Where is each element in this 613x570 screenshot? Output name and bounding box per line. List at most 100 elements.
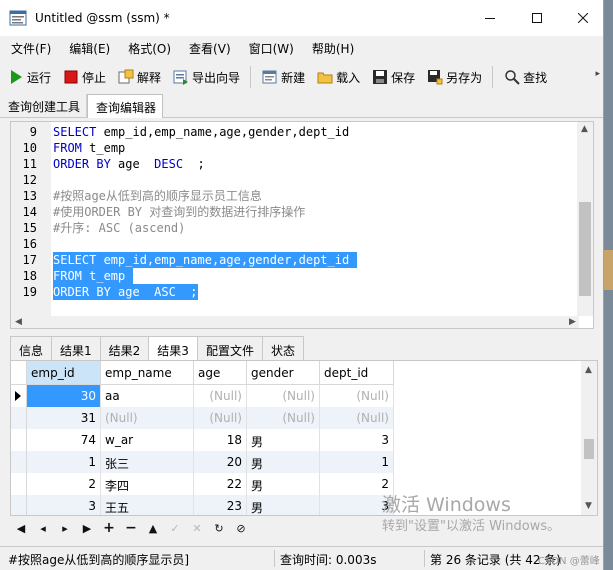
tab-result-1[interactable]: 结果1 <box>51 336 101 360</box>
toolbar-overflow-icon[interactable]: ▸ <box>595 69 600 79</box>
previous-record-button[interactable]: ◂ <box>32 518 54 538</box>
grid-cell[interactable]: 18 <box>194 429 247 451</box>
menu-format[interactable]: 格式(O) <box>117 38 178 58</box>
grid-cell[interactable]: 男 <box>247 429 320 451</box>
scroll-right-icon[interactable]: ▶ <box>569 317 576 327</box>
grid-cell[interactable]: (Null) <box>101 407 194 429</box>
column-header-emp-name[interactable]: emp_name <box>101 361 194 385</box>
grid-cell[interactable]: (Null) <box>320 407 394 429</box>
refresh-button[interactable]: ↻ <box>208 518 230 538</box>
grid-cell[interactable]: (Null) <box>194 407 247 429</box>
stop-fetch-button[interactable]: ⊘ <box>230 518 252 538</box>
export-wizard-button[interactable]: 导出向导 <box>169 65 244 89</box>
maximize-button[interactable] <box>514 0 560 36</box>
grid-vertical-scrollbar[interactable]: ▲ ▼ <box>581 361 597 515</box>
table-row[interactable]: 74 w_ar 18 男 3 <box>11 429 394 451</box>
code-line[interactable]: 18 FROM t_emp <box>11 268 579 284</box>
row-header[interactable] <box>11 451 27 473</box>
column-header-emp-id[interactable]: emp_id <box>27 361 101 385</box>
code-line[interactable]: 10 FROM t_emp <box>11 140 579 156</box>
save-as-button[interactable]: 另存为 <box>423 65 486 89</box>
first-record-button[interactable]: ◀︎ <box>10 518 32 538</box>
grid-cell[interactable]: (Null) <box>247 407 320 429</box>
column-header-dept-id[interactable]: dept_id <box>320 361 394 385</box>
grid-cell[interactable]: 李四 <box>101 473 194 495</box>
editor-scroll-thumb[interactable] <box>579 202 591 296</box>
code-line[interactable]: 12 <box>11 172 579 188</box>
row-header[interactable] <box>11 407 27 429</box>
grid-cell[interactable]: 30 <box>27 385 101 407</box>
grid-cell[interactable]: 20 <box>194 451 247 473</box>
code-line[interactable]: 14 #使用ORDER BY 对查询到的数据进行排序操作 <box>11 204 579 220</box>
edit-record-button[interactable]: ▲ <box>142 518 164 538</box>
table-row[interactable]: 1 张三 20 男 1 <box>11 451 394 473</box>
grid-cell[interactable]: 3 <box>320 429 394 451</box>
grid-cell[interactable]: 1 <box>27 451 101 473</box>
code-line[interactable]: 17 SELECT emp_id,emp_name,age,gender,dept… <box>11 252 579 268</box>
editor-vertical-scrollbar[interactable]: ▲ <box>577 122 593 316</box>
editor-horizontal-scrollbar[interactable]: ◀ ▶ <box>11 316 579 328</box>
grid-cell[interactable]: 王五 <box>101 495 194 515</box>
find-button[interactable]: 查找 <box>500 65 551 89</box>
menu-view[interactable]: 查看(V) <box>178 38 238 58</box>
code-line[interactable]: 16 <box>11 236 579 252</box>
menu-window[interactable]: 窗口(W) <box>238 38 301 58</box>
grid-cell[interactable]: 男 <box>247 473 320 495</box>
delete-record-button[interactable]: − <box>120 518 142 538</box>
discard-button[interactable]: ✕ <box>186 518 208 538</box>
grid-cell[interactable]: 男 <box>247 451 320 473</box>
grid-cell[interactable]: 男 <box>247 495 320 515</box>
scroll-up-icon[interactable]: ▲ <box>585 365 592 375</box>
column-header-age[interactable]: age <box>194 361 247 385</box>
code-line[interactable]: 9 SELECT emp_id,emp_name,age,gender,dept_… <box>11 124 579 140</box>
table-row[interactable]: 2 李四 22 男 2 <box>11 473 394 495</box>
tab-info[interactable]: 信息 <box>10 336 53 360</box>
menu-edit[interactable]: 编辑(E) <box>58 38 117 58</box>
table-row[interactable]: 30 aa (Null) (Null) (Null) <box>11 385 394 407</box>
scroll-up-icon[interactable]: ▲ <box>581 124 588 134</box>
menu-file[interactable]: 文件(F) <box>0 38 58 58</box>
row-header[interactable] <box>11 495 27 515</box>
code-line[interactable]: 13 #按照age从低到高的顺序显示员工信息 <box>11 188 579 204</box>
grid-cell[interactable]: w_ar <box>101 429 194 451</box>
code-line[interactable]: 19 ORDER BY age ASC ; <box>11 284 579 300</box>
tab-result-3[interactable]: 结果3 <box>148 336 198 361</box>
table-row[interactable]: 31 (Null) (Null) (Null) (Null) <box>11 407 394 429</box>
row-header[interactable] <box>11 385 27 407</box>
code-line[interactable]: 15 #升序: ASC (ascend) <box>11 220 579 236</box>
table-row[interactable]: 3 王五 23 男 3 <box>11 495 394 515</box>
grid-scroll-thumb[interactable] <box>584 439 594 459</box>
last-record-button[interactable]: ▶︎ <box>76 518 98 538</box>
tab-result-2[interactable]: 结果2 <box>99 336 150 360</box>
new-button[interactable]: 新建 <box>258 65 309 89</box>
row-header[interactable] <box>11 429 27 451</box>
explain-button[interactable]: 解释 <box>114 65 165 89</box>
grid-cell[interactable]: 2 <box>27 473 101 495</box>
scroll-down-icon[interactable]: ▼ <box>585 501 592 511</box>
save-button[interactable]: 保存 <box>368 65 419 89</box>
load-button[interactable]: 载入 <box>313 65 364 89</box>
tab-query-editor[interactable]: 查询编辑器 <box>87 94 164 118</box>
grid-cell[interactable]: 31 <box>27 407 101 429</box>
minimize-button[interactable] <box>467 0 513 36</box>
apply-button[interactable]: ✓ <box>164 518 186 538</box>
grid-cell[interactable]: aa <box>101 385 194 407</box>
next-record-button[interactable]: ▸ <box>54 518 76 538</box>
add-record-button[interactable]: + <box>98 518 120 538</box>
grid-cell[interactable]: 23 <box>194 495 247 515</box>
grid-cell[interactable]: (Null) <box>194 385 247 407</box>
grid-cell[interactable]: 22 <box>194 473 247 495</box>
tab-query-builder[interactable]: 查询创建工具 <box>0 94 88 118</box>
grid-cell[interactable]: (Null) <box>320 385 394 407</box>
grid-cell[interactable]: 74 <box>27 429 101 451</box>
tab-profile[interactable]: 配置文件 <box>196 336 263 360</box>
grid-cell[interactable]: 1 <box>320 451 394 473</box>
scroll-left-icon[interactable]: ◀ <box>15 317 22 327</box>
grid-cell[interactable]: 张三 <box>101 451 194 473</box>
grid-cell[interactable]: 3 <box>27 495 101 515</box>
stop-button[interactable]: 停止 <box>59 65 110 89</box>
tab-status[interactable]: 状态 <box>261 336 304 360</box>
run-button[interactable]: 运行 <box>4 65 55 89</box>
row-header[interactable] <box>11 473 27 495</box>
sql-editor[interactable]: 9 SELECT emp_id,emp_name,age,gender,dept_… <box>10 121 594 329</box>
